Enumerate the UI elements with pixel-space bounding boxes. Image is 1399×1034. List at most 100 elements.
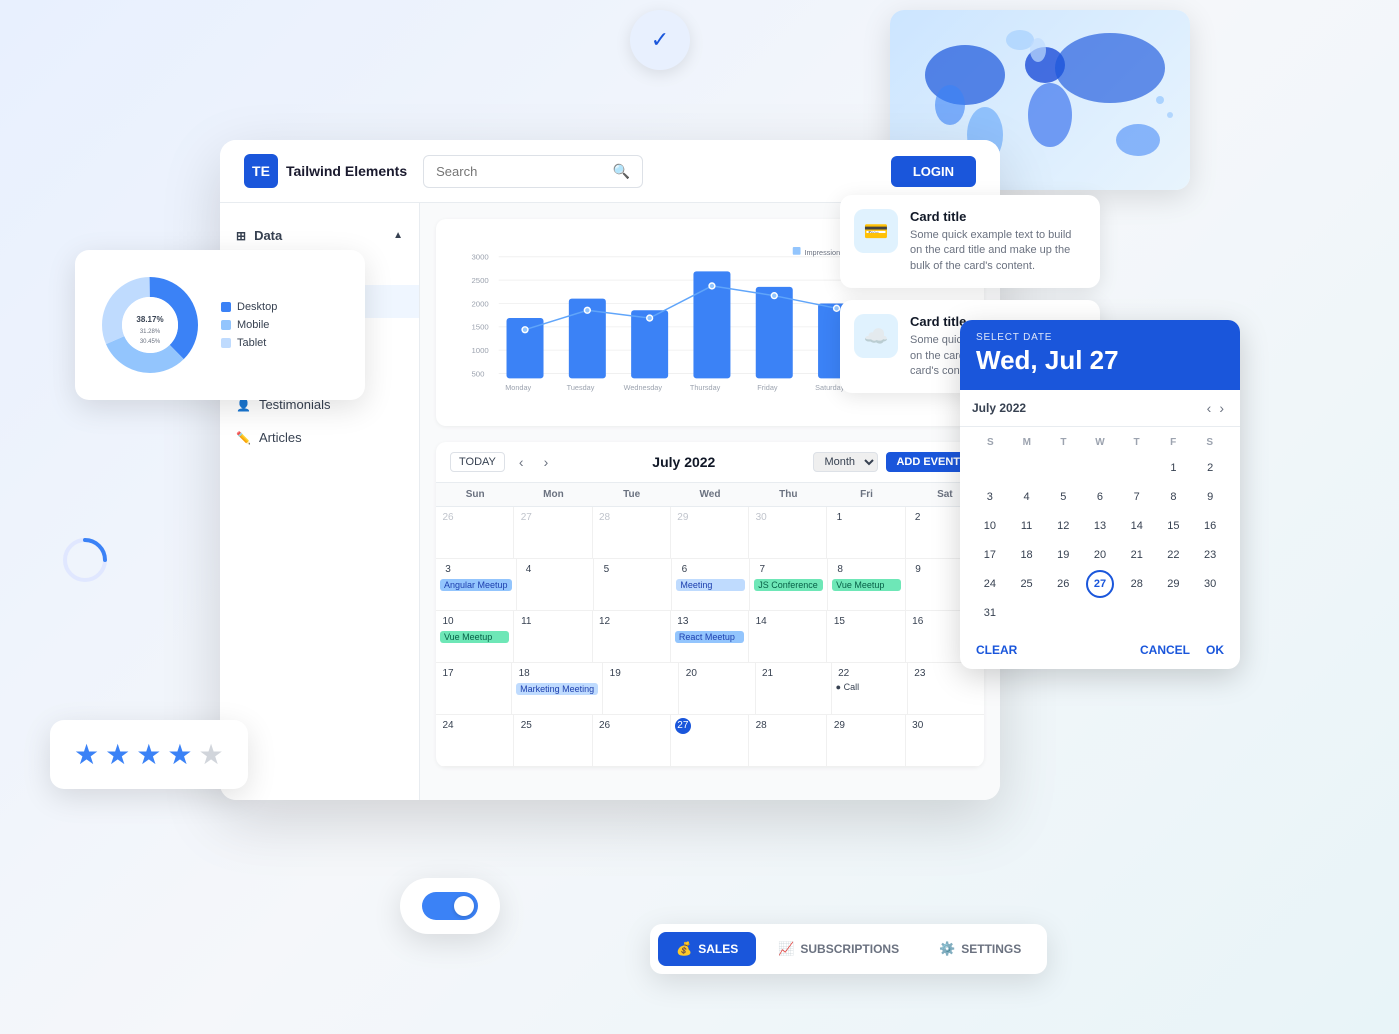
- cal-cell[interactable]: 27: [671, 715, 749, 766]
- dp-day-31[interactable]: 31: [976, 599, 1004, 627]
- tab-sales[interactable]: 💰 SALES: [658, 932, 756, 966]
- cal-cell[interactable]: 29: [827, 715, 905, 766]
- search-bar[interactable]: 🔍: [423, 155, 643, 188]
- cal-cell[interactable]: 26: [593, 715, 671, 766]
- dp-clear-button[interactable]: CLEAR: [976, 643, 1017, 657]
- login-button[interactable]: LOGIN: [891, 156, 976, 187]
- calendar-add-event-button[interactable]: ADD EVENT: [886, 452, 970, 472]
- dp-day-11[interactable]: 11: [1013, 512, 1041, 540]
- svg-text:500: 500: [471, 369, 485, 378]
- dp-day-8[interactable]: 8: [1159, 483, 1187, 511]
- dp-day-28[interactable]: 28: [1123, 570, 1151, 598]
- search-input[interactable]: [436, 164, 605, 179]
- dp-day-24[interactable]: 24: [976, 570, 1004, 598]
- dp-day[interactable]: [1049, 454, 1077, 482]
- cal-cell[interactable]: 24: [436, 715, 514, 766]
- dp-day-3[interactable]: 3: [976, 483, 1004, 511]
- dp-prev-button[interactable]: ‹: [1203, 398, 1216, 418]
- star-1[interactable]: ★: [74, 738, 99, 771]
- cal-cell[interactable]: 8 Vue Meetup: [828, 559, 906, 610]
- cal-cell[interactable]: 25: [514, 715, 592, 766]
- dp-day-2[interactable]: 2: [1196, 454, 1224, 482]
- dp-day-22[interactable]: 22: [1159, 541, 1187, 569]
- cell-num: 26: [440, 510, 456, 526]
- dp-day[interactable]: [1123, 454, 1151, 482]
- star-5[interactable]: ★: [198, 738, 223, 771]
- dp-day[interactable]: [1013, 454, 1041, 482]
- dp-day-21[interactable]: 21: [1123, 541, 1151, 569]
- dp-day-17[interactable]: 17: [976, 541, 1004, 569]
- cal-cell[interactable]: 17: [436, 663, 512, 714]
- dp-day-7[interactable]: 7: [1123, 483, 1151, 511]
- dp-day-25[interactable]: 25: [1013, 570, 1041, 598]
- cal-cell[interactable]: 10 Vue Meetup: [436, 611, 514, 662]
- cal-cell[interactable]: 28: [593, 507, 671, 558]
- cal-cell[interactable]: 20: [679, 663, 755, 714]
- dp-days: 1 2 3 4 5 6 7 8 9 10 11 12 13 14 15 16 1…: [972, 454, 1228, 627]
- star-2[interactable]: ★: [105, 738, 130, 771]
- dp-day-10[interactable]: 10: [976, 512, 1004, 540]
- cal-cell[interactable]: 29: [671, 507, 749, 558]
- dp-next-button[interactable]: ›: [1215, 398, 1228, 418]
- star-4[interactable]: ★: [167, 738, 192, 771]
- dp-day-15[interactable]: 15: [1159, 512, 1187, 540]
- cal-cell[interactable]: 15: [827, 611, 905, 662]
- dp-day-5[interactable]: 5: [1049, 483, 1077, 511]
- dp-day-16[interactable]: 16: [1196, 512, 1224, 540]
- dp-day-20[interactable]: 20: [1086, 541, 1114, 569]
- star-3[interactable]: ★: [136, 738, 161, 771]
- dp-day-30[interactable]: 30: [1196, 570, 1224, 598]
- dp-day[interactable]: [976, 454, 1004, 482]
- dp-day-18[interactable]: 18: [1013, 541, 1041, 569]
- cal-cell[interactable]: 23: [908, 663, 984, 714]
- dp-day-29[interactable]: 29: [1159, 570, 1187, 598]
- dp-day-9[interactable]: 9: [1196, 483, 1224, 511]
- calendar-prev-button[interactable]: ‹: [513, 452, 530, 472]
- cal-cell[interactable]: 7 JS Conference: [750, 559, 828, 610]
- dp-day-1[interactable]: 1: [1159, 454, 1187, 482]
- dp-day-13[interactable]: 13: [1086, 512, 1114, 540]
- cal-cell[interactable]: 28: [749, 715, 827, 766]
- tab-settings[interactable]: ⚙️ SETTINGS: [921, 932, 1039, 966]
- cal-cell[interactable]: 11: [514, 611, 592, 662]
- dp-day-26[interactable]: 26: [1049, 570, 1077, 598]
- calendar-today-button[interactable]: TODAY: [450, 452, 505, 472]
- sidebar-section-data-header[interactable]: ⊞ Data ▲: [220, 219, 419, 252]
- cal-cell[interactable]: 1: [827, 507, 905, 558]
- dp-cancel-button[interactable]: CANCEL: [1140, 643, 1190, 657]
- cal-cell[interactable]: 21: [756, 663, 832, 714]
- dp-day-6[interactable]: 6: [1086, 483, 1114, 511]
- toggle-switch[interactable]: [422, 892, 478, 920]
- cal-cell[interactable]: 5: [594, 559, 672, 610]
- cal-cell[interactable]: 14: [749, 611, 827, 662]
- datepicker-card: SELECT DATE Wed, Jul 27 July 2022 ‹ › S …: [960, 320, 1240, 669]
- calendar-view-select[interactable]: Month: [813, 452, 878, 472]
- cal-cell[interactable]: 18 Marketing Meeting: [512, 663, 603, 714]
- dp-day-14[interactable]: 14: [1123, 512, 1151, 540]
- cal-cell[interactable]: 26: [436, 507, 514, 558]
- toggle-card[interactable]: [400, 878, 500, 934]
- cal-cell[interactable]: 27: [514, 507, 592, 558]
- dp-ok-button[interactable]: OK: [1206, 643, 1224, 657]
- cell-num: 23: [912, 666, 928, 682]
- dp-day-23[interactable]: 23: [1196, 541, 1224, 569]
- cal-cell[interactable]: 12: [593, 611, 671, 662]
- cal-cell[interactable]: 30: [749, 507, 827, 558]
- dp-day-4[interactable]: 4: [1013, 483, 1041, 511]
- calendar-next-button[interactable]: ›: [538, 452, 555, 472]
- dp-day-19[interactable]: 19: [1049, 541, 1077, 569]
- card-title-1: Card title: [910, 209, 1086, 224]
- dp-day[interactable]: [1086, 454, 1114, 482]
- tab-subscriptions[interactable]: 📈 SUBSCRIPTIONS: [760, 932, 917, 966]
- cal-cell[interactable]: 13 React Meetup: [671, 611, 749, 662]
- dp-day-27[interactable]: 27: [1086, 570, 1114, 598]
- cal-cell[interactable]: 3 Angular Meetup: [436, 559, 517, 610]
- cal-cell[interactable]: 6 Meeting: [672, 559, 750, 610]
- chevron-up-icon: ▲: [393, 230, 403, 241]
- cal-cell[interactable]: 22 ● Call: [832, 663, 908, 714]
- cal-cell[interactable]: 30: [906, 715, 984, 766]
- cal-cell[interactable]: 4: [517, 559, 595, 610]
- cal-cell[interactable]: 19: [603, 663, 679, 714]
- sidebar-item-articles[interactable]: ✏️ Articles: [220, 421, 419, 454]
- dp-day-12[interactable]: 12: [1049, 512, 1077, 540]
